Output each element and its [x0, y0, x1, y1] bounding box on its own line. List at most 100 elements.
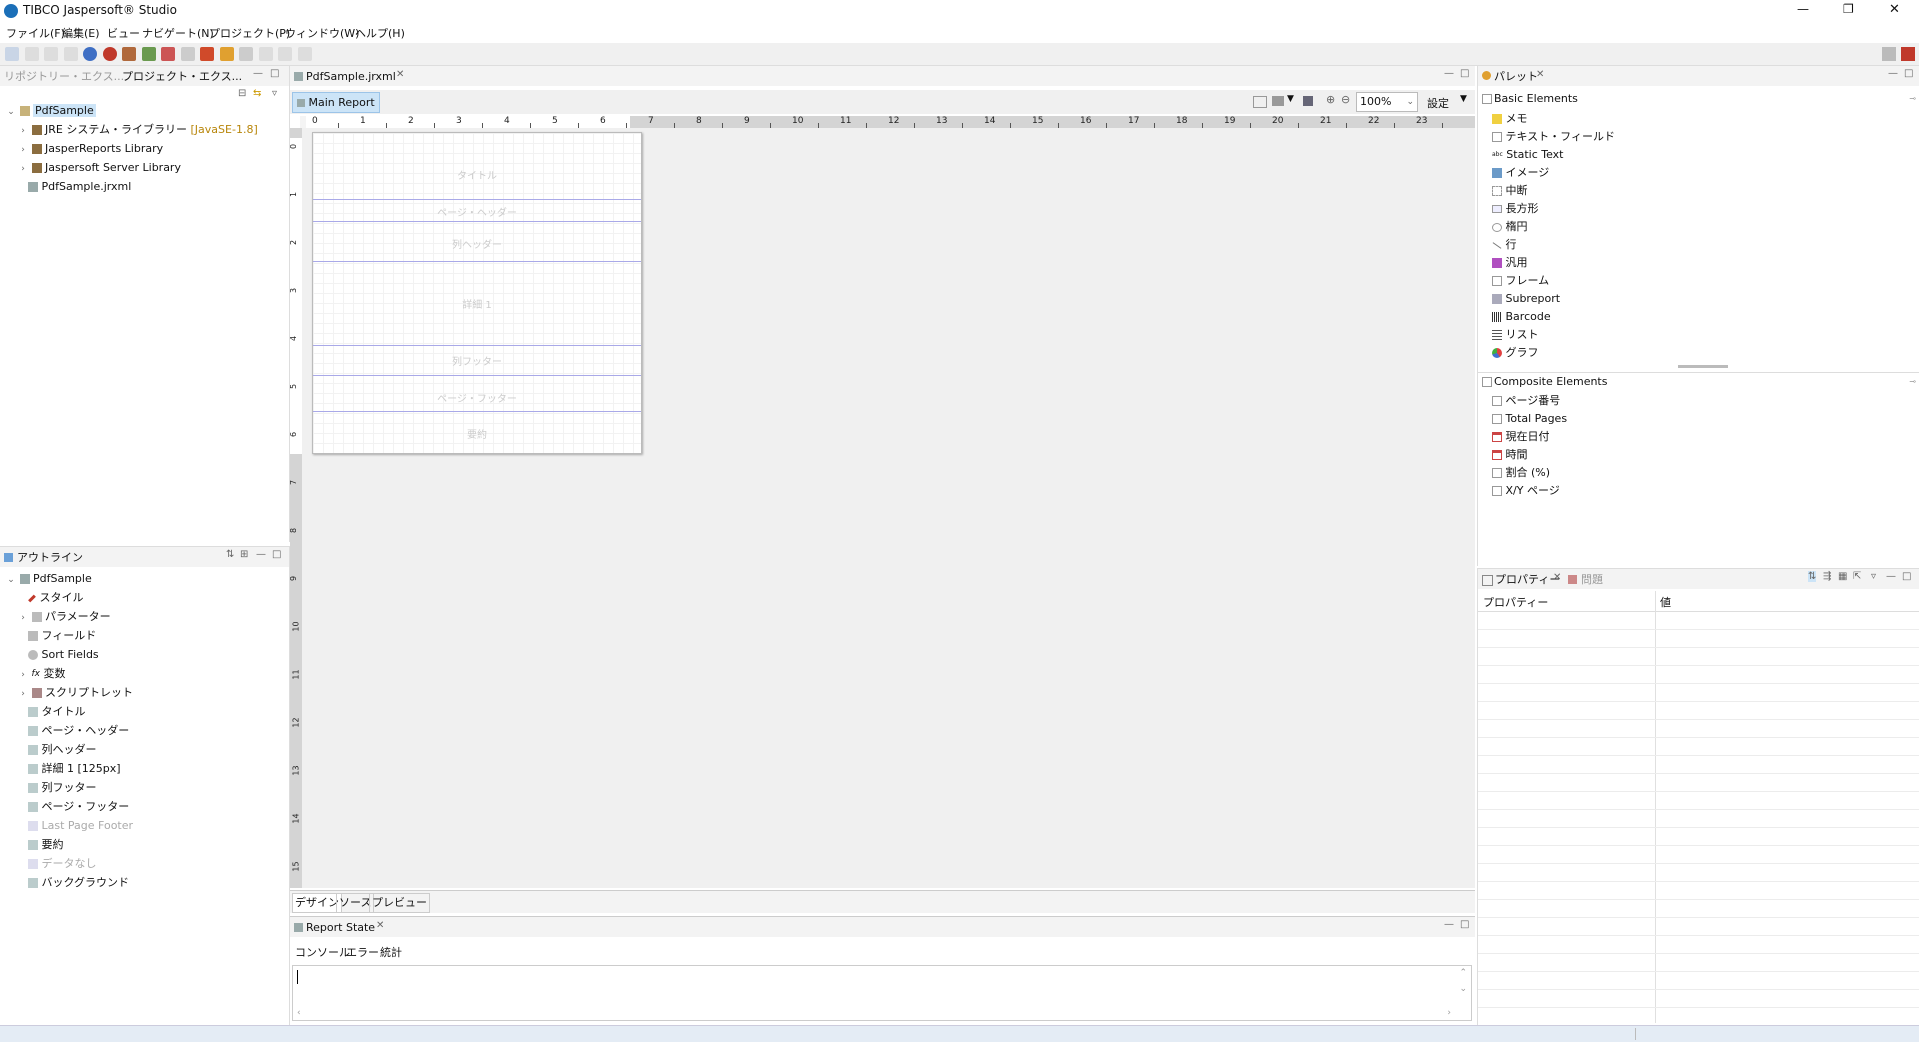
palette-item-page-number[interactable]: ページ番号 — [1492, 392, 1560, 410]
palette-item-percentage[interactable]: 割合 (%) — [1492, 464, 1550, 482]
band-page-header[interactable]: ページ・ヘッダー — [313, 199, 641, 222]
outline-item-root[interactable]: ⌄ PdfSample — [6, 570, 92, 588]
close-tab-icon[interactable]: ✕ — [376, 920, 384, 931]
print-icon[interactable] — [63, 47, 78, 61]
tree-item-jasperreports-library[interactable]: › JasperReports Library — [18, 140, 163, 158]
expand-icon[interactable]: › — [18, 685, 28, 703]
minimize-icon[interactable]: — — [1888, 68, 1898, 79]
tab-problems[interactable]: 問題 — [1581, 571, 1603, 589]
restore-icon[interactable]: ⇱ — [1853, 571, 1861, 582]
palette-item-static-text[interactable]: abc Static Text — [1492, 146, 1564, 164]
pin-icon[interactable] — [219, 47, 234, 61]
outline-item-page-header[interactable]: ページ・ヘッダー — [28, 722, 129, 740]
menu-edit[interactable]: 編集(E) — [62, 25, 100, 41]
tab-project-explorer[interactable]: プロジェクト・エクス... — [122, 68, 242, 86]
wizard-icon[interactable] — [122, 47, 136, 61]
categories-icon[interactable]: ⇅ — [1808, 571, 1817, 582]
outline-item-last-page-footer[interactable]: Last Page Footer — [28, 817, 133, 835]
outline-item-no-data[interactable]: データなし — [28, 855, 97, 873]
tree-item-jre[interactable]: › JRE システム・ライブラリー [JavaSE-1.8] — [18, 121, 258, 139]
tab-pdfsample-jrxml[interactable]: PdfSample.jrxml — [306, 68, 396, 86]
band-column-footer[interactable]: 列フッター — [313, 345, 641, 376]
outline-item-detail[interactable]: 詳細 1 [125px] — [28, 760, 121, 778]
tab-outline[interactable]: アウトライン — [17, 549, 83, 567]
import-icon[interactable] — [180, 47, 195, 61]
filter-icon[interactable]: ⊞ — [240, 549, 248, 560]
palette-item-break[interactable]: 中断 — [1492, 182, 1528, 200]
scroll-right-icon[interactable]: › — [1447, 1008, 1451, 1018]
menu-file[interactable]: ファイル(F) — [6, 25, 65, 41]
menu-project[interactable]: プロジェクト(P) — [209, 25, 290, 41]
menu-navigate[interactable]: ナビゲート(N) — [142, 25, 214, 41]
menu-view[interactable]: ビュー — [107, 25, 140, 41]
tab-errors[interactable]: エラー — [346, 944, 379, 960]
minimize-icon[interactable]: — — [1886, 571, 1896, 582]
menu-help[interactable]: ヘルプ(H) — [355, 25, 405, 41]
perspective-icon[interactable] — [1882, 47, 1896, 61]
composite-elements-header[interactable]: Composite Elements ⊸ — [1478, 372, 1919, 391]
tab-report-state[interactable]: Report State — [306, 919, 375, 937]
publish-icon[interactable] — [83, 47, 97, 61]
minimize-icon[interactable]: — — [256, 549, 266, 560]
settings-button[interactable]: 設定 — [1427, 95, 1449, 111]
collapse-all-icon[interactable]: ⊟ — [238, 88, 246, 99]
tree-item-jrxml-file[interactable]: PdfSample.jrxml — [28, 178, 131, 196]
record-icon[interactable] — [102, 47, 117, 61]
expand-icon[interactable]: › — [18, 141, 28, 159]
minimize-button[interactable]: — — [1797, 2, 1809, 16]
main-report-tab[interactable]: Main Report — [292, 92, 380, 113]
tree-item-pdfsample[interactable]: ⌄ PdfSample — [6, 102, 96, 120]
outline-item-scriptlets[interactable]: › スクリプトレット — [18, 684, 133, 702]
close-tab-icon[interactable]: ✕ — [1553, 572, 1561, 583]
basic-elements-header[interactable]: Basic Elements ⊸ — [1478, 90, 1919, 108]
palette-item-subreport[interactable]: Subreport — [1492, 290, 1560, 308]
palette-item-barcode[interactable]: Barcode — [1492, 308, 1551, 326]
maximize-icon[interactable]: □ — [270, 68, 279, 79]
palette-item-xy-page[interactable]: X/Y ページ — [1492, 482, 1560, 500]
view-menu-icon[interactable]: ▿ — [1871, 571, 1876, 582]
maximize-icon[interactable]: □ — [272, 549, 281, 560]
maximize-icon[interactable]: □ — [1904, 68, 1913, 79]
palette-item-generic[interactable]: 汎用 — [1492, 254, 1528, 272]
minimize-icon[interactable]: — — [1444, 919, 1454, 930]
save-icon[interactable] — [24, 47, 39, 61]
tree-item-server-library[interactable]: › Jaspersoft Server Library — [18, 159, 181, 177]
jaspersoft-perspective-icon[interactable] — [1901, 47, 1915, 61]
expand-icon[interactable]: › — [18, 122, 28, 140]
palette-item-line[interactable]: 行 — [1492, 236, 1517, 254]
advanced-icon[interactable]: ▦ — [1838, 571, 1847, 582]
expand-icon[interactable]: › — [18, 160, 28, 178]
band-title[interactable]: タイトル — [313, 133, 641, 199]
outline-item-background[interactable]: バックグラウンド — [28, 874, 129, 892]
expand-icon[interactable]: › — [18, 609, 28, 627]
outline-item-variables[interactable]: › fx 変数 — [18, 665, 65, 684]
expand-icon[interactable]: ⌄ — [6, 571, 16, 589]
palette-item-chart[interactable]: グラフ — [1492, 344, 1539, 362]
link-editor-icon[interactable]: ⇆ — [253, 88, 261, 99]
minimize-icon[interactable]: — — [253, 68, 263, 79]
palette-item-current-date[interactable]: 現在日付 — [1492, 428, 1550, 446]
settings-dropdown-icon[interactable]: ▼ — [1460, 94, 1467, 104]
tab-repository-explorer[interactable]: リポジトリー・エクス... — [4, 68, 124, 86]
save-layout-icon[interactable] — [1303, 96, 1313, 106]
palette-item-text-field[interactable]: テキスト・フィールド — [1492, 128, 1615, 146]
outline-item-page-footer[interactable]: ページ・フッター — [28, 798, 129, 816]
outline-item-summary[interactable]: 要約 — [28, 836, 64, 854]
maximize-button[interactable]: ❐ — [1843, 2, 1854, 16]
view-menu-icon[interactable]: ▿ — [272, 88, 277, 99]
history-icon[interactable] — [297, 47, 312, 61]
tab-design[interactable]: デザイン — [292, 893, 342, 913]
zoom-out-icon[interactable]: ⊖ — [1341, 93, 1350, 106]
filter-icon[interactable]: ⇶ — [1823, 571, 1831, 582]
maximize-icon[interactable]: □ — [1902, 571, 1911, 582]
expand-icon[interactable]: › — [18, 666, 28, 684]
close-button[interactable]: ✕ — [1889, 2, 1900, 17]
outline-item-sort-fields[interactable]: Sort Fields — [28, 646, 99, 664]
outline-item-column-footer[interactable]: 列フッター — [28, 779, 97, 797]
expand-icon[interactable]: ⌄ — [6, 103, 16, 121]
band-page-footer[interactable]: ページ・フッター — [313, 375, 641, 412]
save-all-icon[interactable] — [44, 47, 58, 61]
outline-item-parameters[interactable]: › パラメーター — [18, 608, 110, 627]
tab-palette[interactable]: パレット — [1494, 68, 1538, 86]
palette-resize-handle[interactable] — [1678, 365, 1728, 368]
